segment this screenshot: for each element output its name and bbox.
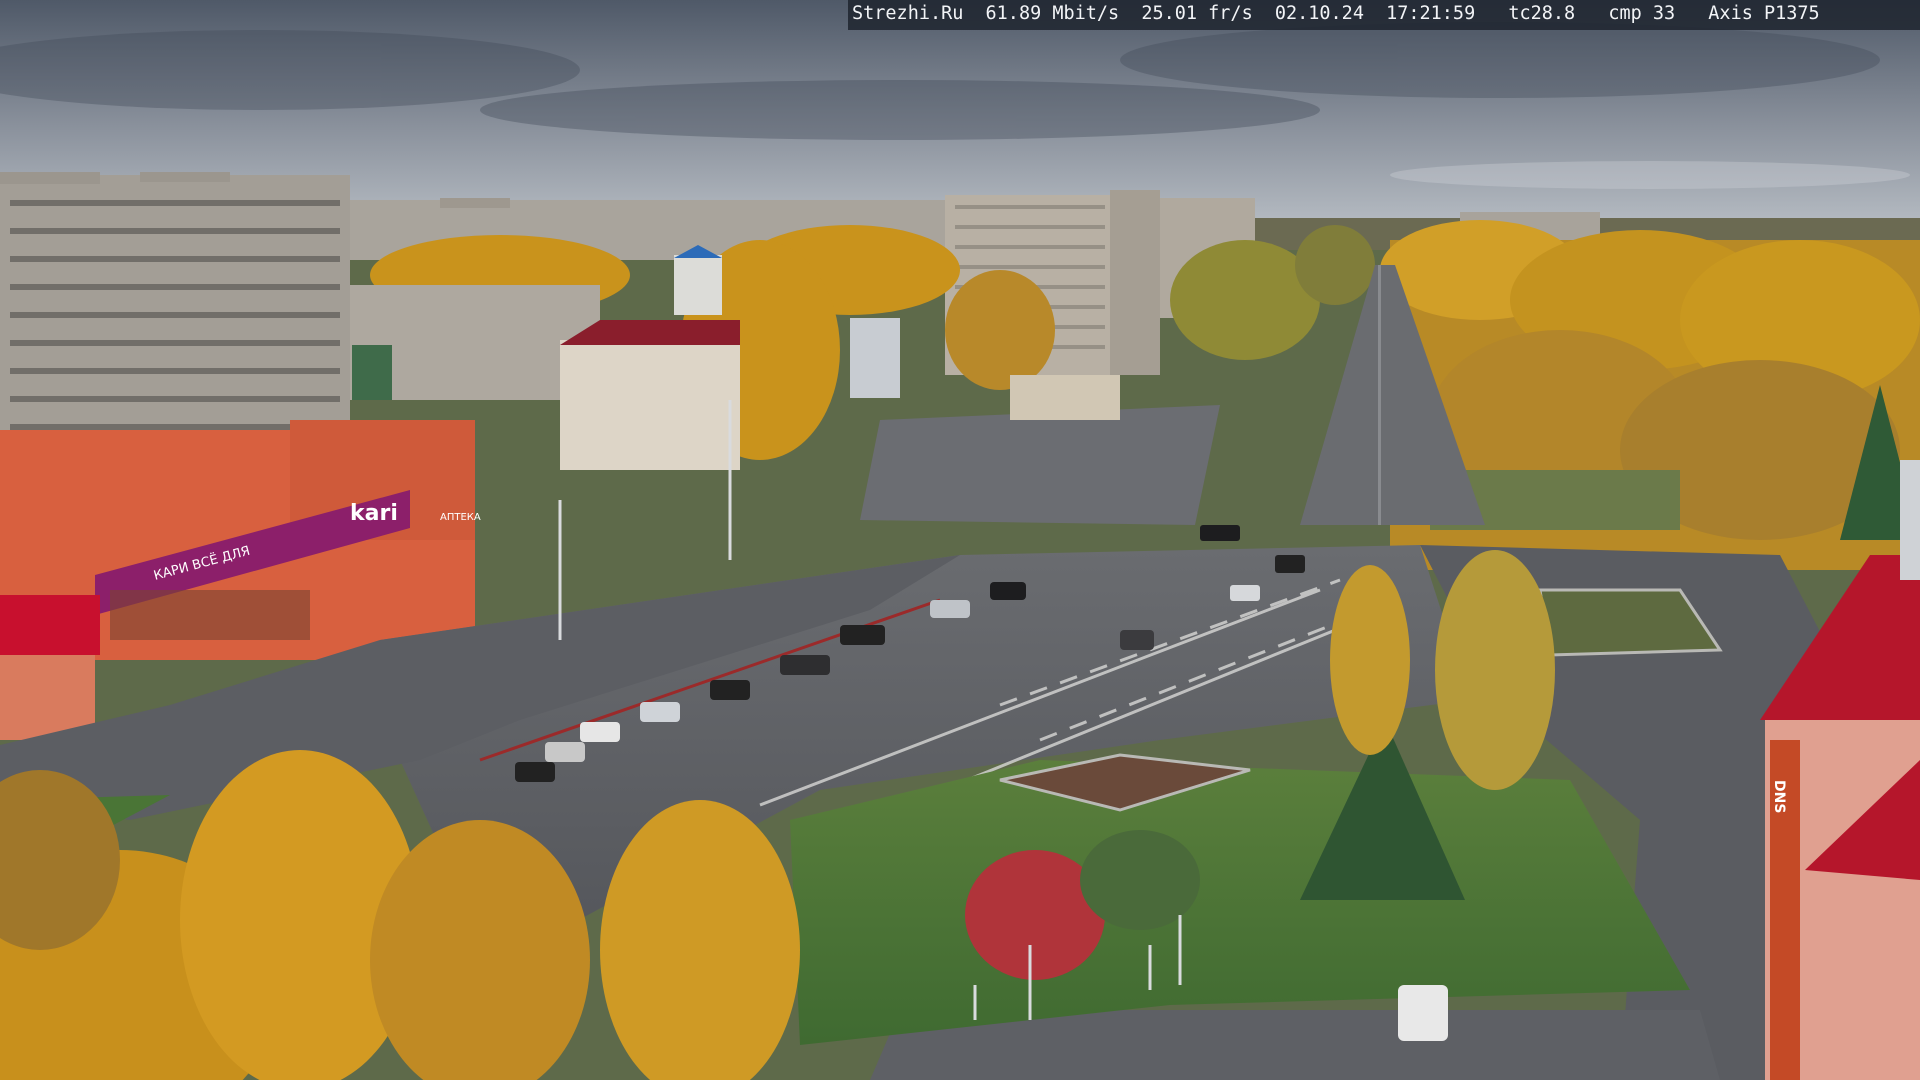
dns-sign: DNS bbox=[1771, 780, 1787, 813]
kari-logo: kari bbox=[350, 501, 398, 526]
camera-osd-overlay: Strezhi.Ru 61.89 Mbit/s 25.01 fr/s 02.10… bbox=[848, 0, 1920, 30]
pharmacy-sign: АПТЕКА bbox=[440, 512, 481, 523]
osd-tc: tc28.8 bbox=[1508, 3, 1576, 24]
osd-camera: Axis P1375 bbox=[1708, 3, 1820, 24]
osd-framerate: 25.01 fr/s bbox=[1141, 3, 1253, 24]
upper-plaza bbox=[860, 405, 1220, 525]
osd-time: 17:21:59 bbox=[1386, 3, 1476, 24]
osd-date: 02.10.24 bbox=[1274, 3, 1364, 24]
osd-site: Strezhi.Ru bbox=[852, 3, 964, 24]
street-scene: kari КАРИ ВСЁ ДЛЯ АПТЕКА DNS bbox=[0, 0, 1920, 1080]
osd-cmp: cmp 33 bbox=[1608, 3, 1676, 24]
osd-bitrate: 61.89 Mbit/s bbox=[985, 3, 1120, 24]
